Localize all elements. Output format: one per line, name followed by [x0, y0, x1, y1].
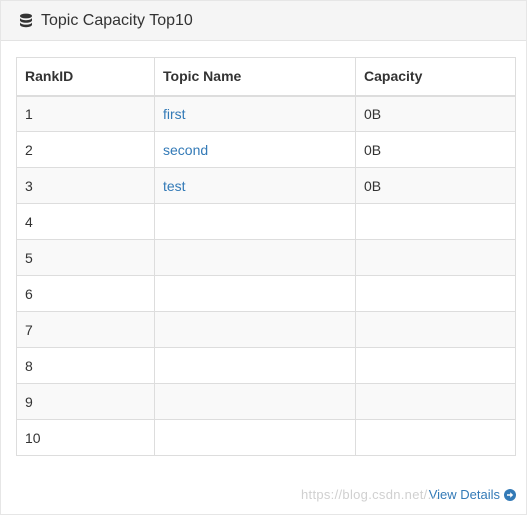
rank-cell: 8: [16, 347, 155, 384]
table-row: 2 second 0B: [16, 131, 516, 168]
view-details-label: View Details: [428, 487, 500, 502]
capacity-cell: [355, 275, 516, 312]
capacity-cell: 0B: [355, 131, 516, 168]
capacity-cell: [355, 203, 516, 240]
capacity-cell: [355, 383, 516, 420]
table-row: 1 first 0B: [16, 95, 516, 132]
topic-capacity-panel: Topic Capacity Top10 RankID Topic Name C…: [0, 0, 527, 515]
capacity-cell: 0B: [355, 95, 516, 132]
rank-cell: 10: [16, 419, 155, 456]
capacity-cell: 0B: [355, 167, 516, 204]
panel-heading: Topic Capacity Top10: [1, 1, 526, 41]
topic-cell: test: [154, 167, 356, 204]
capacity-cell: [355, 347, 516, 384]
rank-cell: 3: [16, 167, 155, 204]
topic-cell: [154, 275, 356, 312]
topic-cell: [154, 347, 356, 384]
capacity-table: RankID Topic Name Capacity 1 first 0B 2 …: [16, 57, 516, 456]
column-header-topic-name: Topic Name: [154, 57, 356, 97]
table-row: 8: [16, 347, 516, 384]
table-row: 7: [16, 311, 516, 348]
database-icon: [19, 13, 33, 29]
rank-cell: 5: [16, 239, 155, 276]
rank-cell: 2: [16, 131, 155, 168]
rank-cell: 9: [16, 383, 155, 420]
rank-cell: 4: [16, 203, 155, 240]
table-row: 9: [16, 383, 516, 420]
topic-cell: second: [154, 131, 356, 168]
topic-link[interactable]: second: [163, 142, 208, 158]
watermark-text: https://blog.csdn.net/...: [301, 487, 440, 502]
topic-cell: [154, 239, 356, 276]
topic-cell: [154, 383, 356, 420]
topic-link[interactable]: test: [163, 178, 186, 194]
table-row: 4: [16, 203, 516, 240]
rank-cell: 1: [16, 95, 155, 132]
capacity-cell: [355, 419, 516, 456]
capacity-cell: [355, 311, 516, 348]
column-header-rankid: RankID: [16, 57, 155, 97]
table-row: 3 test 0B: [16, 167, 516, 204]
capacity-cell: [355, 239, 516, 276]
table-header-row: RankID Topic Name Capacity: [16, 57, 516, 97]
topic-link[interactable]: first: [163, 106, 186, 122]
panel-footer: View Details: [429, 487, 516, 502]
topic-cell: [154, 311, 356, 348]
panel-title: Topic Capacity Top10: [41, 11, 193, 29]
arrow-circle-right-icon: [504, 488, 516, 501]
table-row: 6: [16, 275, 516, 312]
topic-cell: [154, 419, 356, 456]
topic-cell: first: [154, 95, 356, 132]
capacity-table-wrapper: RankID Topic Name Capacity 1 first 0B 2 …: [16, 57, 516, 456]
rank-cell: 7: [16, 311, 155, 348]
column-header-capacity: Capacity: [355, 57, 516, 97]
rank-cell: 6: [16, 275, 155, 312]
topic-cell: [154, 203, 356, 240]
view-details-link[interactable]: View Details: [429, 487, 516, 502]
table-row: 5: [16, 239, 516, 276]
table-row: 10: [16, 419, 516, 456]
